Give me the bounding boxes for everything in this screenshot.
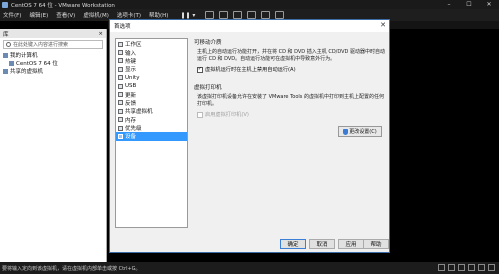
preferences-nav: 工作区 输入 热键 显示 Unity USB 更新 反馈 共享虚拟机 内存 优先… — [115, 38, 188, 228]
devices-icon — [118, 133, 123, 139]
nav-item-devices[interactable]: 设备 — [116, 132, 187, 141]
nav-item-feedback[interactable]: 反馈 — [116, 99, 187, 107]
disable-autorun-row[interactable]: ✓ 虚拟机运行时在主机上禁用自动运行(A) — [194, 66, 386, 73]
ok-button[interactable]: 确定 — [280, 239, 306, 249]
tree-item-my-computer[interactable]: 我的计算机 — [0, 51, 106, 59]
menu-vm[interactable]: 虚拟机(M) — [83, 11, 109, 19]
preferences-dialog: 首选项 ✕ 工作区 输入 热键 显示 Unity USB 更新 反馈 共享虚拟机… — [109, 19, 390, 253]
dialog-buttons: 确定 取消 应用 帮助 — [110, 239, 391, 250]
library-close-icon[interactable]: × — [98, 31, 103, 37]
removable-media-description: 主机上的自动运行功能打开，并在将 CD 和 DVD 插入主机 CD/DVD 驱动… — [197, 49, 385, 62]
disable-autorun-label: 虚拟机运行时在主机上禁用自动运行(A) — [205, 67, 296, 73]
memory-icon — [118, 117, 123, 123]
pause-button[interactable]: ❚❚ ▾ — [180, 12, 195, 19]
menu-view[interactable]: 查看(V) — [56, 11, 75, 19]
shared-vm-icon — [3, 68, 8, 74]
menu-help[interactable]: 帮助(H) — [149, 11, 168, 19]
nav-item-workspace[interactable]: 工作区 — [116, 40, 187, 48]
shared-vm-icon — [118, 108, 123, 114]
enable-printer-checkbox[interactable] — [197, 111, 203, 118]
vmware-icon — [2, 1, 8, 8]
change-settings-button[interactable]: 更改设置(C) — [338, 126, 382, 137]
library-title: 库 — [3, 31, 9, 38]
fullscreen-icon[interactable] — [261, 11, 271, 19]
status-text: 要将输入定向到该虚拟机，请在虚拟机内部单击或按 Ctrl+G。 — [2, 265, 141, 272]
menu-tabs[interactable]: 选项卡(T) — [117, 11, 141, 19]
network-icon[interactable] — [458, 264, 465, 271]
search-placeholder: 在此处键入内容进行搜索 — [13, 42, 69, 48]
nav-item-priority[interactable]: 优先级 — [116, 124, 187, 132]
nav-item-unity[interactable]: Unity — [116, 74, 187, 82]
title-bar: CentOS 7 64 位 - VMware Workstation – ☐ ✕ — [0, 0, 499, 9]
search-icon — [6, 42, 11, 47]
nav-item-updates[interactable]: 更新 — [116, 90, 187, 99]
unity-icon[interactable] — [275, 11, 285, 19]
tree-item-shared-vms[interactable]: 共享的虚拟机 — [0, 67, 106, 75]
display-icon[interactable] — [488, 264, 495, 271]
sound-icon[interactable] — [478, 264, 485, 271]
snapshot-manager-icon[interactable] — [247, 11, 257, 19]
help-button[interactable]: 帮助 — [363, 239, 389, 249]
dialog-title: 首选项 — [114, 24, 131, 30]
dialog-title-bar: 首选项 ✕ — [110, 20, 389, 32]
menu-edit[interactable]: 编辑(E) — [29, 11, 48, 19]
nav-item-memory[interactable]: 内存 — [116, 116, 187, 124]
feedback-icon — [118, 100, 123, 106]
dialog-close-icon[interactable]: ✕ — [380, 21, 386, 29]
tree-item-centos[interactable]: CentOS 7 64 位 — [0, 59, 106, 67]
removable-media-title: 可移动介质 — [194, 40, 222, 46]
cd-icon[interactable] — [448, 264, 455, 271]
maximize-button[interactable]: ☐ — [459, 0, 479, 9]
hdd-icon[interactable] — [438, 264, 445, 271]
library-search-input[interactable]: 在此处键入内容进行搜索 — [3, 40, 103, 49]
nav-item-display[interactable]: 显示 — [116, 65, 187, 73]
virtual-printer-title: 虚拟打印机 — [194, 85, 222, 91]
devices-settings: 可移动介质 主机上的自动运行功能打开，并在将 CD 和 DVD 插入主机 CD/… — [194, 38, 386, 137]
enable-printer-row[interactable]: 启用虚拟打印机(V) — [194, 111, 386, 118]
update-icon — [118, 92, 123, 98]
revert-snapshot-icon[interactable] — [233, 11, 243, 19]
library-header: 库 × — [0, 29, 106, 38]
usb-icon[interactable] — [468, 264, 475, 271]
workspace-icon — [118, 41, 123, 47]
virtual-printer-description: 该虚拟打印机设备允许在安装了 VMware Tools 的虚拟机中打印到主机上配… — [197, 94, 384, 107]
shield-icon — [343, 128, 349, 135]
nav-item-shared-vms[interactable]: 共享虚拟机 — [116, 107, 187, 115]
computer-icon — [3, 52, 8, 58]
nav-item-hotkeys[interactable]: 热键 — [116, 57, 187, 65]
hotkey-icon — [118, 58, 123, 64]
minimize-button[interactable]: – — [439, 0, 459, 9]
nav-item-usb[interactable]: USB — [116, 82, 187, 90]
close-button[interactable]: ✕ — [479, 0, 499, 9]
apply-button[interactable]: 应用 — [338, 239, 364, 249]
priority-icon — [118, 125, 123, 131]
menu-file[interactable]: 文件(F) — [3, 11, 21, 19]
library-panel: 库 × 在此处键入内容进行搜索 我的计算机 CentOS 7 64 位 共享的虚… — [0, 29, 107, 262]
send-ctrl-alt-del-icon[interactable] — [205, 11, 215, 19]
usb-icon — [118, 83, 123, 89]
snapshot-icon[interactable] — [219, 11, 229, 19]
display-icon — [118, 66, 123, 72]
window-title: CentOS 7 64 位 - VMware Workstation — [11, 2, 115, 9]
status-bar: 要将输入定向到该虚拟机，请在虚拟机内部单击或按 Ctrl+G。 — [0, 262, 499, 274]
keyboard-icon — [118, 50, 123, 56]
disable-autorun-checkbox[interactable]: ✓ — [197, 66, 203, 73]
vm-icon — [9, 60, 14, 66]
nav-item-input[interactable]: 输入 — [116, 48, 187, 57]
cancel-button[interactable]: 取消 — [309, 239, 335, 249]
enable-printer-label: 启用虚拟打印机(V) — [205, 112, 249, 118]
unity-icon — [118, 75, 123, 81]
